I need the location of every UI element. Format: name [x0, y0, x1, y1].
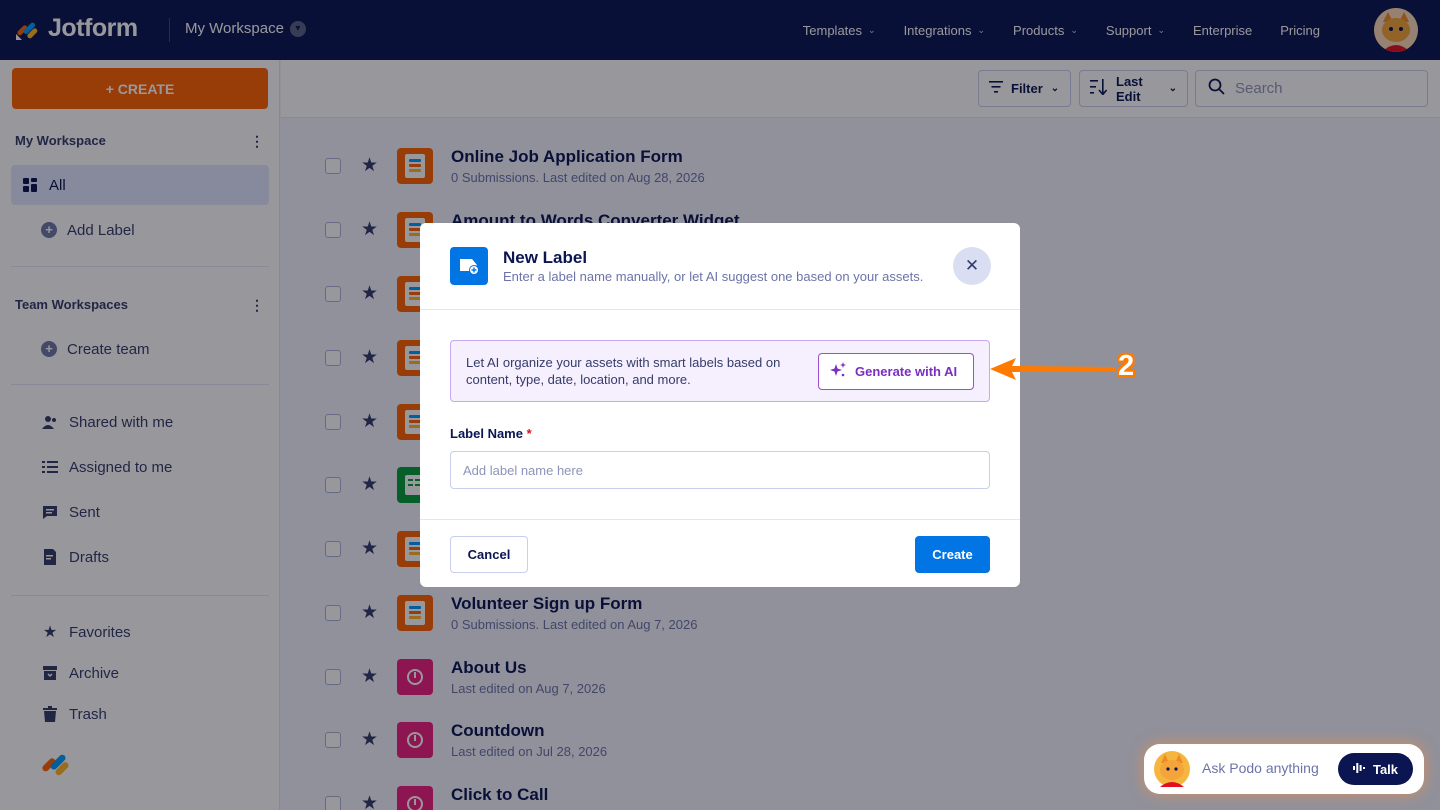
annotation-step-number: 2 — [1118, 350, 1135, 382]
podo-assistant[interactable]: Ask Podo anything Talk — [1144, 744, 1424, 794]
sparkles-icon — [829, 361, 847, 382]
cancel-button[interactable]: Cancel — [450, 536, 528, 573]
annotation-arrow-icon — [990, 358, 1115, 380]
dialog-footer: Cancel Create — [420, 519, 1020, 587]
podo-avatar-icon — [1154, 751, 1190, 787]
dialog-title: New Label — [503, 248, 588, 267]
create-label-button[interactable]: Create — [915, 536, 990, 573]
required-asterisk: * — [526, 426, 532, 441]
close-icon: ✕ — [964, 256, 980, 275]
label-add-icon — [450, 247, 488, 285]
new-label-dialog: New Label Enter a label name manually, o… — [420, 223, 1020, 587]
ai-banner-text: Let AI organize your assets with smart l… — [466, 355, 781, 387]
label-name-label: Label Name * — [450, 426, 532, 441]
dialog-header: New Label Enter a label name manually, o… — [420, 223, 1020, 310]
ai-suggestion-banner: Let AI organize your assets with smart l… — [450, 340, 990, 402]
podo-prompt: Ask Podo anything — [1202, 760, 1319, 776]
dialog-subtitle: Enter a label name manually, or let AI s… — [503, 269, 924, 284]
generate-with-ai-button[interactable]: Generate with AI — [818, 353, 974, 390]
voice-icon — [1352, 762, 1365, 777]
talk-button[interactable]: Talk — [1338, 753, 1413, 785]
label-name-input[interactable] — [450, 451, 990, 489]
close-button[interactable]: ✕ — [953, 247, 991, 285]
